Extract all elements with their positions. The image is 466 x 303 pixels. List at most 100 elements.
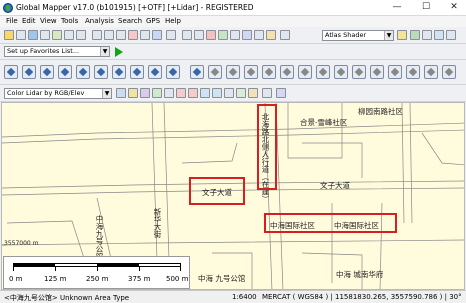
scale-label-375: 375 m <box>128 275 151 283</box>
map-label-bottom-right: 中海 城南华府 <box>336 270 384 279</box>
lidar-return-icon[interactable] <box>164 88 174 98</box>
digitizer-icon[interactable] <box>194 30 204 40</box>
union-icon <box>388 65 402 79</box>
scale-tick <box>55 267 56 271</box>
chevron-down-icon: ▼ <box>100 47 109 56</box>
lidar-height-icon[interactable] <box>176 88 186 98</box>
scale-label-0: 0 m <box>9 275 23 283</box>
select-icon[interactable] <box>182 30 192 40</box>
digitizer-toolbar <box>0 60 466 85</box>
create-area-icon[interactable] <box>40 65 54 79</box>
difference-icon <box>370 65 384 79</box>
status-coords: MERCAT ( WGS84 ) | 11581830.265, 3557590… <box>262 293 462 301</box>
title-bar: Global Mapper v17.0 (b101915) [+OTF] [+L… <box>0 0 466 16</box>
contour-icon[interactable] <box>434 30 444 40</box>
sun-direction-icon[interactable] <box>410 30 420 40</box>
create-rectangle-icon[interactable] <box>58 65 72 79</box>
lidar-profile-icon[interactable] <box>248 88 258 98</box>
favorites-toolbar: Set up Favorites List... ▼ <box>0 44 466 60</box>
move-feature-icon[interactable] <box>130 65 144 79</box>
menu-analysis[interactable]: Analysis <box>85 17 114 25</box>
lidar-rgb-icon[interactable] <box>116 88 126 98</box>
feature-info-icon[interactable] <box>266 30 276 40</box>
lidar-settings-icon[interactable] <box>262 88 272 98</box>
run-favorite-icon[interactable] <box>115 47 123 57</box>
lidar-grid-icon[interactable] <box>276 88 286 98</box>
offset-icon <box>334 65 348 79</box>
chevron-down-icon: ▼ <box>384 31 393 40</box>
split-line-icon[interactable] <box>190 65 204 79</box>
create-range-ring-icon[interactable] <box>94 65 108 79</box>
gps-icon[interactable] <box>254 30 264 40</box>
lidar-density-icon[interactable] <box>212 88 222 98</box>
window-title: Global Mapper v17.0 (b101915) [+OTF] [+L… <box>16 3 254 12</box>
status-feature: <中海九号公馆> Unknown Area Type <box>4 294 130 302</box>
crop-areas-icon <box>244 65 258 79</box>
menu-gps[interactable]: GPS <box>146 17 160 25</box>
vertical-exaggeration-icon[interactable] <box>422 30 432 40</box>
lidar-source-icon[interactable] <box>188 88 198 98</box>
zoom-box-icon[interactable] <box>116 30 126 40</box>
create-point-icon[interactable] <box>4 65 18 79</box>
path-profile-icon[interactable] <box>218 30 228 40</box>
rotate-feature-icon[interactable] <box>148 65 162 79</box>
zoom-in-icon[interactable] <box>92 30 102 40</box>
map-coord-label: 3557000 m <box>4 240 39 247</box>
map-label-mid-vertical: 新华大街 <box>153 208 162 238</box>
favorites-select[interactable]: Set up Favorites List... ▼ <box>4 46 110 57</box>
intersect-icon <box>352 65 366 79</box>
highlight-road-label <box>189 177 245 205</box>
lidar-filter-icon[interactable] <box>224 88 234 98</box>
open-folder-icon[interactable] <box>4 30 14 40</box>
menu-edit[interactable]: Edit <box>22 17 36 25</box>
lidar-intensity-icon[interactable] <box>140 88 150 98</box>
menu-search[interactable]: Search <box>118 17 142 25</box>
reshape-icon[interactable] <box>166 65 180 79</box>
measure-icon[interactable] <box>206 30 216 40</box>
lidar-class-icon[interactable] <box>152 88 162 98</box>
status-bar: <中海九号公馆> Unknown Area Type 1:6400 MERCAT… <box>0 290 466 303</box>
lidar-elev-icon[interactable] <box>128 88 138 98</box>
menu-bar: File Edit View Tools Analysis Search GPS… <box>0 16 466 27</box>
control-center-icon[interactable] <box>40 30 50 40</box>
create-circle-icon[interactable] <box>76 65 90 79</box>
close-button[interactable]: ✕ <box>443 0 465 15</box>
menu-file[interactable]: File <box>6 17 18 25</box>
full-view-icon[interactable] <box>128 30 138 40</box>
overlay-icon[interactable] <box>52 30 62 40</box>
lidar-toolbar: Color Lidar by RGB/Elev ▼ <box>0 85 466 102</box>
edit-vertices-icon[interactable] <box>112 65 126 79</box>
shader-options-icon[interactable] <box>397 30 407 40</box>
zoom-out-icon[interactable] <box>104 30 114 40</box>
scale-bar-segment <box>13 263 55 267</box>
pan-icon[interactable] <box>140 30 150 40</box>
buffer-icon <box>262 65 276 79</box>
download-data-icon[interactable] <box>28 30 38 40</box>
menu-tools[interactable]: Tools <box>61 17 78 25</box>
lighting-icon[interactable] <box>446 30 456 40</box>
properties-icon[interactable] <box>76 30 86 40</box>
minimize-button[interactable]: — <box>386 0 408 15</box>
create-line-icon[interactable] <box>22 65 36 79</box>
refresh-icon[interactable] <box>152 30 162 40</box>
undo-icon[interactable] <box>166 30 176 40</box>
layer-icon[interactable] <box>64 30 74 40</box>
smooth-icon <box>280 65 294 79</box>
shader-select[interactable]: Atlas Shader ▼ <box>322 30 394 41</box>
scale-label-500: 500 m <box>166 275 189 283</box>
lidar-color-select[interactable]: Color Lidar by RGB/Elev ▼ <box>4 88 112 99</box>
info-icon[interactable] <box>242 30 252 40</box>
menu-help[interactable]: Help <box>165 17 181 25</box>
save-icon[interactable] <box>16 30 26 40</box>
scale-tick <box>13 267 14 271</box>
lidar-select-icon[interactable] <box>236 88 246 98</box>
highlight-vertical-road <box>257 104 277 190</box>
menu-view[interactable]: View <box>40 17 57 25</box>
3d-view-icon[interactable] <box>230 30 240 40</box>
lidar-angle-icon[interactable] <box>200 88 210 98</box>
scale-bar: 0 m 125 m 250 m 375 m 500 m <box>3 256 190 289</box>
label-icon <box>424 65 438 79</box>
search-icon[interactable] <box>280 30 290 40</box>
maximize-button[interactable]: ☐ <box>415 0 437 15</box>
scale-label-250: 250 m <box>86 275 109 283</box>
